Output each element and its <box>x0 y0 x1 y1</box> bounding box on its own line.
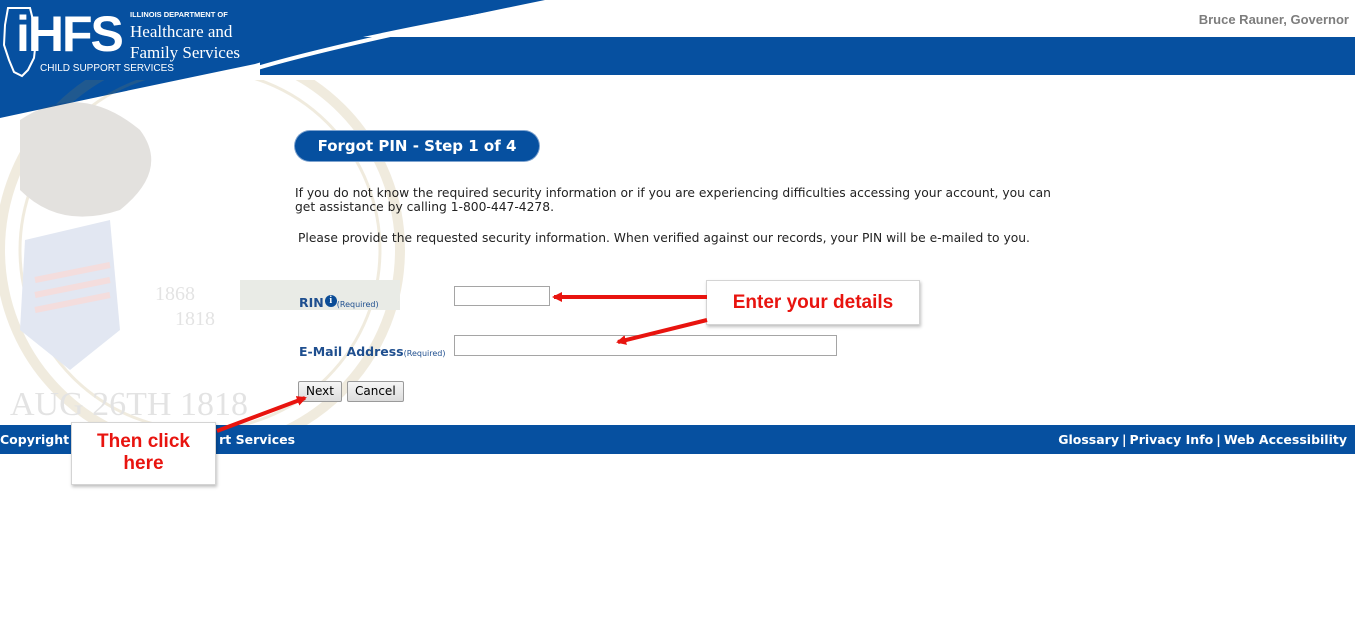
dept-name-line2: Family Services <box>130 43 241 62</box>
callout-then-click: Then click here <box>71 422 216 485</box>
rin-label-text: RIN <box>299 295 324 310</box>
seal-1868: 1868 <box>155 283 195 305</box>
callout-enter-details: Enter your details <box>706 280 920 325</box>
dept-small-text: ILLINOIS DEPARTMENT OF <box>130 10 228 19</box>
seal-1818: 1818 <box>175 308 215 330</box>
email-label: E-Mail Address(Required) <box>299 344 445 359</box>
dept-subtitle: CHILD SUPPORT SERVICES <box>40 63 174 74</box>
email-required-text: (Required) <box>403 349 446 358</box>
next-button[interactable]: Next <box>298 381 342 402</box>
page-title: Forgot PIN - Step 1 of 4 <box>295 131 539 161</box>
footer-separator: | <box>1216 432 1221 447</box>
callout-then-click-line1: Then click <box>97 431 190 452</box>
hfs-logo[interactable]: iHFS <box>16 4 124 64</box>
dept-name-line1: Healthcare and <box>130 22 233 41</box>
assistance-paragraph: If you do not know the required security… <box>295 186 1051 214</box>
instructions-paragraph: Please provide the requested security in… <box>298 231 1030 245</box>
rin-label: RIN i (Required) <box>299 295 379 310</box>
cancel-button[interactable]: Cancel <box>347 381 404 402</box>
email-label-text: E-Mail Address <box>299 344 404 359</box>
info-icon[interactable]: i <box>324 295 337 307</box>
governor-name: Bruce Rauner, Governor <box>1198 12 1349 27</box>
copyright-text: Copyright <box>0 432 70 447</box>
email-input[interactable] <box>454 335 837 356</box>
rin-required-text: (Required) <box>336 300 379 309</box>
callout-then-click-line2: here <box>123 453 164 474</box>
web-accessibility-link[interactable]: Web Accessibility <box>1224 432 1347 447</box>
privacy-info-link[interactable]: Privacy Info <box>1130 432 1214 447</box>
rin-input[interactable] <box>454 286 550 306</box>
seal-date: AUG 26TH 1818 <box>10 386 248 423</box>
footer-separator: | <box>1121 432 1127 447</box>
glossary-link[interactable]: Glossary <box>1058 432 1119 447</box>
footer-links: Glossary | Privacy Info | Web Accessibility <box>1058 432 1347 447</box>
dept-name: Healthcare and Family Services <box>130 21 240 63</box>
footer-services-text: rt Services <box>219 432 296 447</box>
